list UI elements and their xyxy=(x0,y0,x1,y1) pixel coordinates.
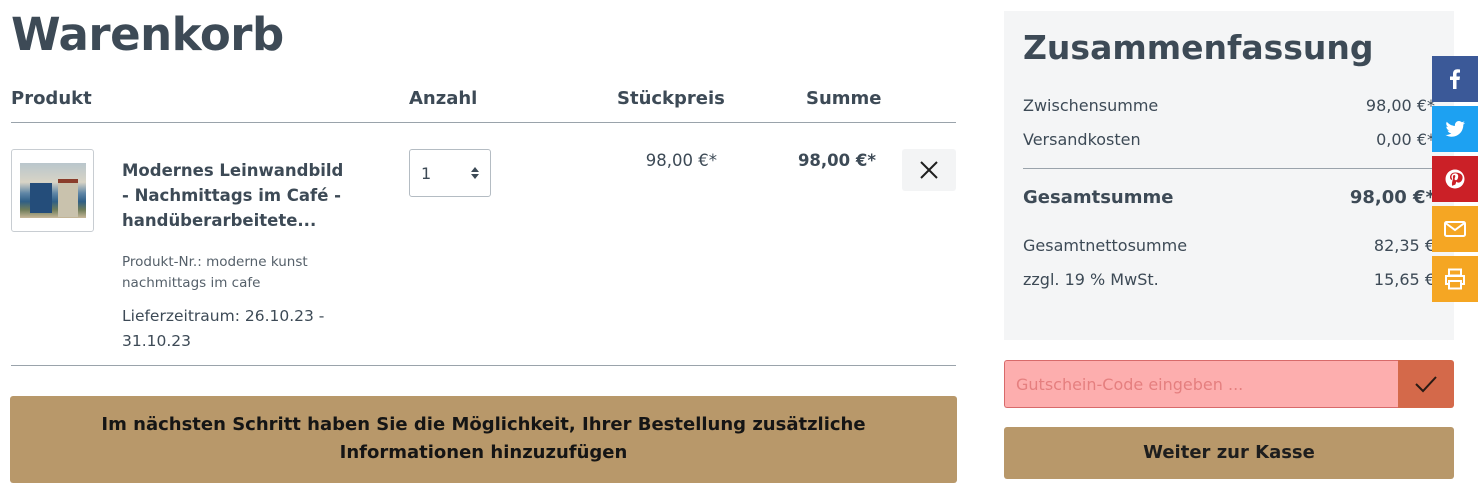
share-facebook-button[interactable] xyxy=(1432,56,1478,102)
remove-item-button[interactable] xyxy=(902,149,956,191)
column-header-quantity: Anzahl xyxy=(409,88,478,109)
email-icon xyxy=(1444,221,1466,237)
coupon-submit-button[interactable] xyxy=(1398,360,1454,408)
quantity-value: 1 xyxy=(421,164,432,183)
coupon-form xyxy=(1004,360,1454,408)
net-total-label: Gesamtnettosumme xyxy=(1023,236,1188,255)
tax-value: 15,65 € xyxy=(1373,270,1435,289)
share-pinterest-button[interactable] xyxy=(1432,156,1478,202)
product-number: Produkt-Nr.: moderne kunst nachmittags i… xyxy=(122,254,308,291)
select-arrows-icon xyxy=(471,166,479,180)
coupon-input[interactable] xyxy=(1004,360,1398,408)
column-header-unit-price: Stückpreis xyxy=(617,88,725,109)
shipping-value: 0,00 €* xyxy=(1376,130,1435,149)
delivery-period: Lieferzeitraum: 26.10.23 - 31.10.23 xyxy=(122,307,325,350)
total-label: Gesamtsumme xyxy=(1023,187,1174,208)
quantity-select[interactable]: 1 xyxy=(409,149,491,197)
column-header-sum: Summe xyxy=(806,88,882,109)
proceed-to-checkout-button[interactable]: Weiter zur Kasse xyxy=(1004,427,1454,479)
table-divider-bottom xyxy=(11,365,956,366)
page-title: Warenkorb xyxy=(11,8,284,61)
print-icon xyxy=(1445,268,1465,290)
print-button[interactable] xyxy=(1432,256,1478,302)
total-value: 98,00 €* xyxy=(1349,187,1435,208)
summary-divider xyxy=(1023,168,1435,169)
tax-label: zzgl. 19 % MwSt. xyxy=(1023,270,1159,289)
product-image xyxy=(20,163,86,218)
net-total-value: 82,35 € xyxy=(1373,236,1435,255)
twitter-icon xyxy=(1445,121,1465,137)
column-header-product: Produkt xyxy=(11,88,92,109)
pinterest-icon xyxy=(1445,169,1465,189)
order-summary: Zusammenfassung Zwischensumme 98,00 €* V… xyxy=(1004,11,1454,340)
product-thumbnail[interactable] xyxy=(11,149,94,232)
facebook-icon xyxy=(1450,69,1460,89)
checkmark-icon xyxy=(1415,376,1437,393)
next-step-info-banner: Im nächsten Schritt haben Sie die Möglic… xyxy=(10,396,957,483)
table-divider-top xyxy=(11,122,956,123)
shipping-label: Versandkosten xyxy=(1023,130,1141,149)
subtotal-label: Zwischensumme xyxy=(1023,96,1159,115)
share-twitter-button[interactable] xyxy=(1432,106,1478,152)
share-email-button[interactable] xyxy=(1432,206,1478,252)
close-icon xyxy=(920,161,938,179)
unit-price: 98,00 €* xyxy=(645,151,717,170)
summary-title: Zusammenfassung xyxy=(1023,28,1374,67)
line-total: 98,00 €* xyxy=(797,151,876,170)
product-name-link[interactable]: Modernes Leinwandbild - Nachmittags im C… xyxy=(122,158,352,233)
subtotal-value: 98,00 €* xyxy=(1365,96,1435,115)
